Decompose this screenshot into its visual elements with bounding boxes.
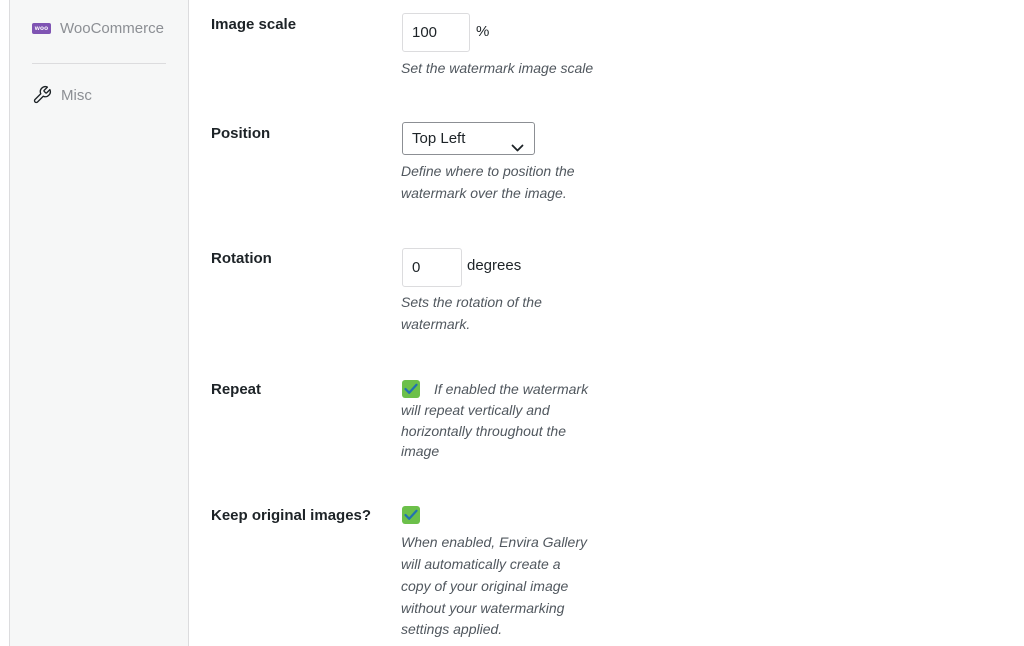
woocommerce-icon: woo (32, 23, 51, 34)
checkmark-icon (404, 383, 418, 394)
repeat-checkbox[interactable] (402, 380, 420, 398)
sidebar-divider (32, 63, 166, 64)
position-label: Position (211, 125, 271, 142)
repeat-description-line: image (401, 443, 440, 459)
rotation-description-line: watermark. (401, 316, 471, 332)
repeat-description-line: If enabled the watermark (434, 381, 589, 397)
rotation-label: Rotation (211, 250, 272, 267)
position-description-line: watermark over the image. (401, 185, 567, 201)
sidebar-item-label: Misc (61, 86, 92, 104)
rotation-description-line: Sets the rotation of the (401, 294, 542, 310)
image-scale-label: Image scale (211, 16, 297, 33)
rotation-input[interactable]: 0 (402, 248, 462, 287)
wrench-icon (32, 85, 52, 105)
image-scale-input[interactable]: 100 (402, 13, 470, 52)
sidebar-item-label: WooCommerce (60, 20, 164, 37)
position-description-line: Define where to position the (401, 163, 575, 179)
keep-original-label: Keep original images? (211, 507, 372, 524)
sidebar-item-woocommerce[interactable]: woo WooCommerce (32, 20, 164, 37)
repeat-description-line: will repeat vertically and (401, 402, 550, 418)
sidebar-item-misc[interactable]: Misc (32, 85, 92, 105)
rotation-unit: degrees (467, 257, 522, 274)
repeat-label: Repeat (211, 381, 262, 398)
keep-original-description-line: without your watermarking (401, 600, 565, 616)
keep-original-checkbox[interactable] (402, 506, 420, 524)
settings-sidebar: woo WooCommerce Misc (10, 0, 189, 646)
checkmark-icon (404, 509, 418, 520)
repeat-description-line: horizontally throughout the (401, 423, 566, 439)
image-scale-unit: % (476, 23, 490, 40)
keep-original-description-line: copy of your original image (401, 578, 569, 594)
position-select[interactable]: Top Left (402, 122, 535, 155)
image-scale-description: Set the watermark image scale (401, 60, 594, 76)
position-selected-value: Top Left (412, 130, 466, 147)
keep-original-description-line: will automatically create a (401, 556, 561, 572)
keep-original-description-line: When enabled, Envira Gallery (401, 534, 587, 550)
keep-original-description-line: settings applied. (401, 621, 503, 637)
